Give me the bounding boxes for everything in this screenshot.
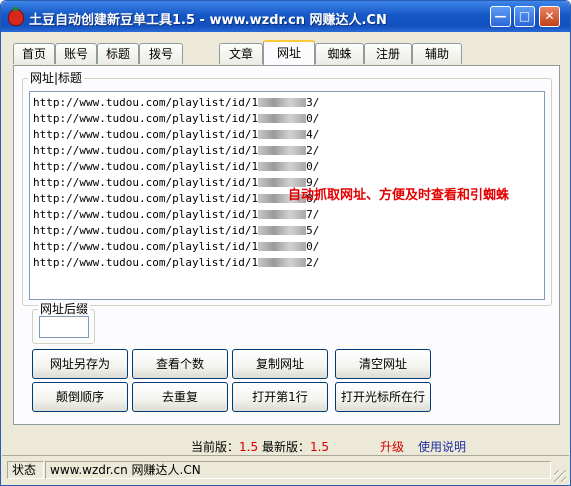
url-suffix-input[interactable] [39,316,89,338]
close-icon: ✕ [544,9,555,23]
copy-urls-button[interactable]: 复制网址 [232,349,328,379]
url-line: http://www.tudou.com/playlist/id/1 9/ [33,176,320,189]
url-line: http://www.tudou.com/playlist/id/1 5/ [33,224,320,237]
resize-grip[interactable] [554,470,566,482]
url-line: http://www.tudou.com/playlist/id/1 0/ [33,240,320,253]
tab-assist[interactable]: 辅助 [412,43,462,64]
status-label: 状态 [7,461,44,479]
clear-urls-button[interactable]: 清空网址 [335,349,431,379]
current-version-label: 当前版： [191,440,240,454]
minimize-button[interactable]: — [490,6,511,27]
tab-home[interactable]: 首页 [13,43,55,64]
maximize-button[interactable]: □ [514,6,535,27]
tab-dialup[interactable]: 拨号 [139,43,183,64]
tab-article[interactable]: 文章 [219,43,263,64]
url-line: http://www.tudou.com/playlist/id/1 3/ [33,96,320,109]
open-cursor-line-button[interactable]: 打开光标所在行 [335,382,431,412]
title-bar[interactable]: 土豆自动创建新豆单工具1.5 - www.wzdr.cn 网赚达人.CN — □… [1,1,570,32]
suffix-group-label: 网址后缀 [38,302,91,316]
tab-spider[interactable]: 蜘蛛 [315,43,364,64]
tab-title[interactable]: 标题 [97,43,139,64]
minimize-icon: — [494,9,507,23]
url-line: http://www.tudou.com/playlist/id/1 2/ [33,256,320,269]
current-version-value: 1.5 [239,440,259,454]
status-text: www.wzdr.cn 网赚达人.CN [45,461,551,479]
latest-version-label: 最新版： [261,440,310,454]
url-line: http://www.tudou.com/playlist/id/1 2/ [33,144,320,157]
dedupe-button[interactable]: 去重复 [132,382,228,412]
url-line: http://www.tudou.com/playlist/id/1 8/ [33,192,320,205]
help-link[interactable]: 使用说明 [418,438,466,455]
status-bar: 状态 www.wzdr.cn 网赚达人.CN [2,455,569,485]
reverse-order-button[interactable]: 颠倒顺序 [32,382,128,412]
tab-register[interactable]: 注册 [364,43,412,64]
app-window: 土豆自动创建新豆单工具1.5 - www.wzdr.cn 网赚达人.CN — □… [0,0,571,486]
latest-version-value: 1.5 [309,440,330,454]
close-button[interactable]: ✕ [539,6,560,27]
feature-note: 自动抓取网址、方便及时查看和引蜘蛛 [288,188,510,203]
window-title: 土豆自动创建新豆单工具1.5 - www.wzdr.cn 网赚达人.CN [29,13,387,28]
tab-account[interactable]: 账号 [55,43,97,64]
url-line: http://www.tudou.com/playlist/id/1 0/ [33,112,320,125]
upgrade-link[interactable]: 升级 [380,438,404,455]
url-line: http://www.tudou.com/playlist/id/1 4/ [33,128,320,141]
bag-icon [8,7,24,26]
save-urls-as-button[interactable]: 网址另存为 [32,349,128,379]
url-line: http://www.tudou.com/playlist/id/1 0/ [33,160,320,173]
url-group-label: 网址|标题 [28,71,85,85]
open-first-line-button[interactable]: 打开第1行 [232,382,328,412]
tab-urls[interactable]: 网址 [263,40,315,65]
url-line: http://www.tudou.com/playlist/id/1 7/ [33,208,320,221]
maximize-icon: □ [518,9,531,23]
view-count-button[interactable]: 查看个数 [132,349,228,379]
version-info: 当前版：1.5 最新版：1.5 [191,438,329,455]
